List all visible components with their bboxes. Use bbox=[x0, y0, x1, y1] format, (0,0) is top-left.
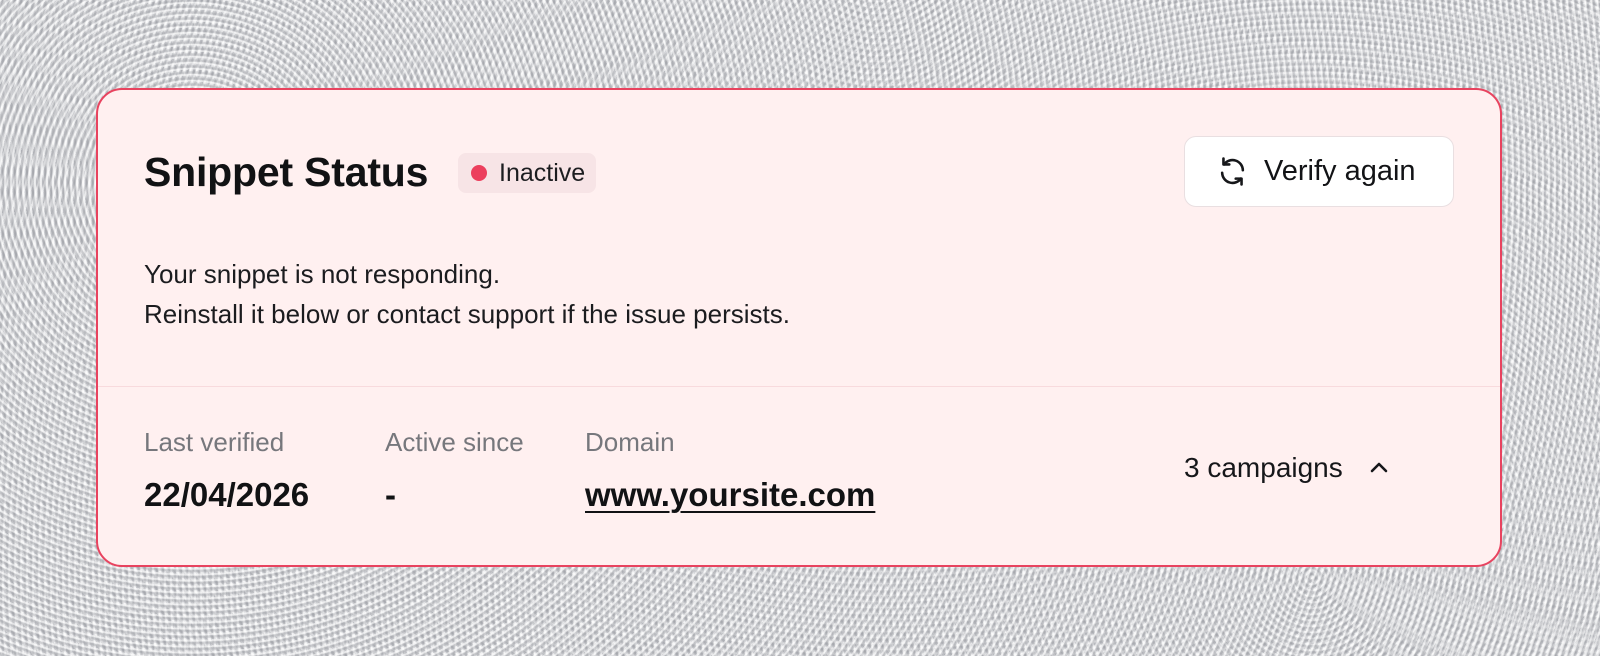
status-message: Your snippet is not responding. Reinstal… bbox=[144, 254, 790, 334]
campaigns-count-label: 3 campaigns bbox=[1184, 452, 1343, 483]
verify-again-label: Verify again bbox=[1264, 155, 1416, 187]
status-dot-icon bbox=[471, 165, 487, 181]
domain-label: Domain bbox=[585, 427, 675, 457]
refresh-icon bbox=[1217, 156, 1248, 187]
campaigns-toggle[interactable]: 3 campaigns bbox=[1184, 448, 1391, 488]
status-label: Inactive bbox=[499, 159, 586, 187]
status-badge: Inactive bbox=[458, 153, 597, 193]
last-verified-label: Last verified bbox=[144, 427, 285, 457]
card-header-section: Snippet Status Inactive Verify again You… bbox=[98, 90, 1500, 387]
verify-again-button[interactable]: Verify again bbox=[1184, 136, 1454, 207]
active-since-field: Active since - bbox=[385, 424, 524, 516]
snippet-status-card: Snippet Status Inactive Verify again You… bbox=[96, 88, 1502, 567]
domain-link[interactable]: www.yoursite.com bbox=[585, 474, 875, 516]
active-since-value: - bbox=[385, 476, 396, 513]
status-message-line-1: Your snippet is not responding. bbox=[144, 259, 501, 289]
active-since-label: Active since bbox=[385, 427, 524, 457]
chevron-up-icon bbox=[1367, 456, 1391, 480]
last-verified-field: Last verified 22/04/2026 bbox=[144, 424, 309, 516]
last-verified-value: 22/04/2026 bbox=[144, 476, 310, 513]
status-message-line-2: Reinstall it below or contact support if… bbox=[144, 299, 790, 329]
card-title: Snippet Status bbox=[144, 149, 429, 195]
domain-field: Domain www.yoursite.com bbox=[585, 424, 875, 516]
